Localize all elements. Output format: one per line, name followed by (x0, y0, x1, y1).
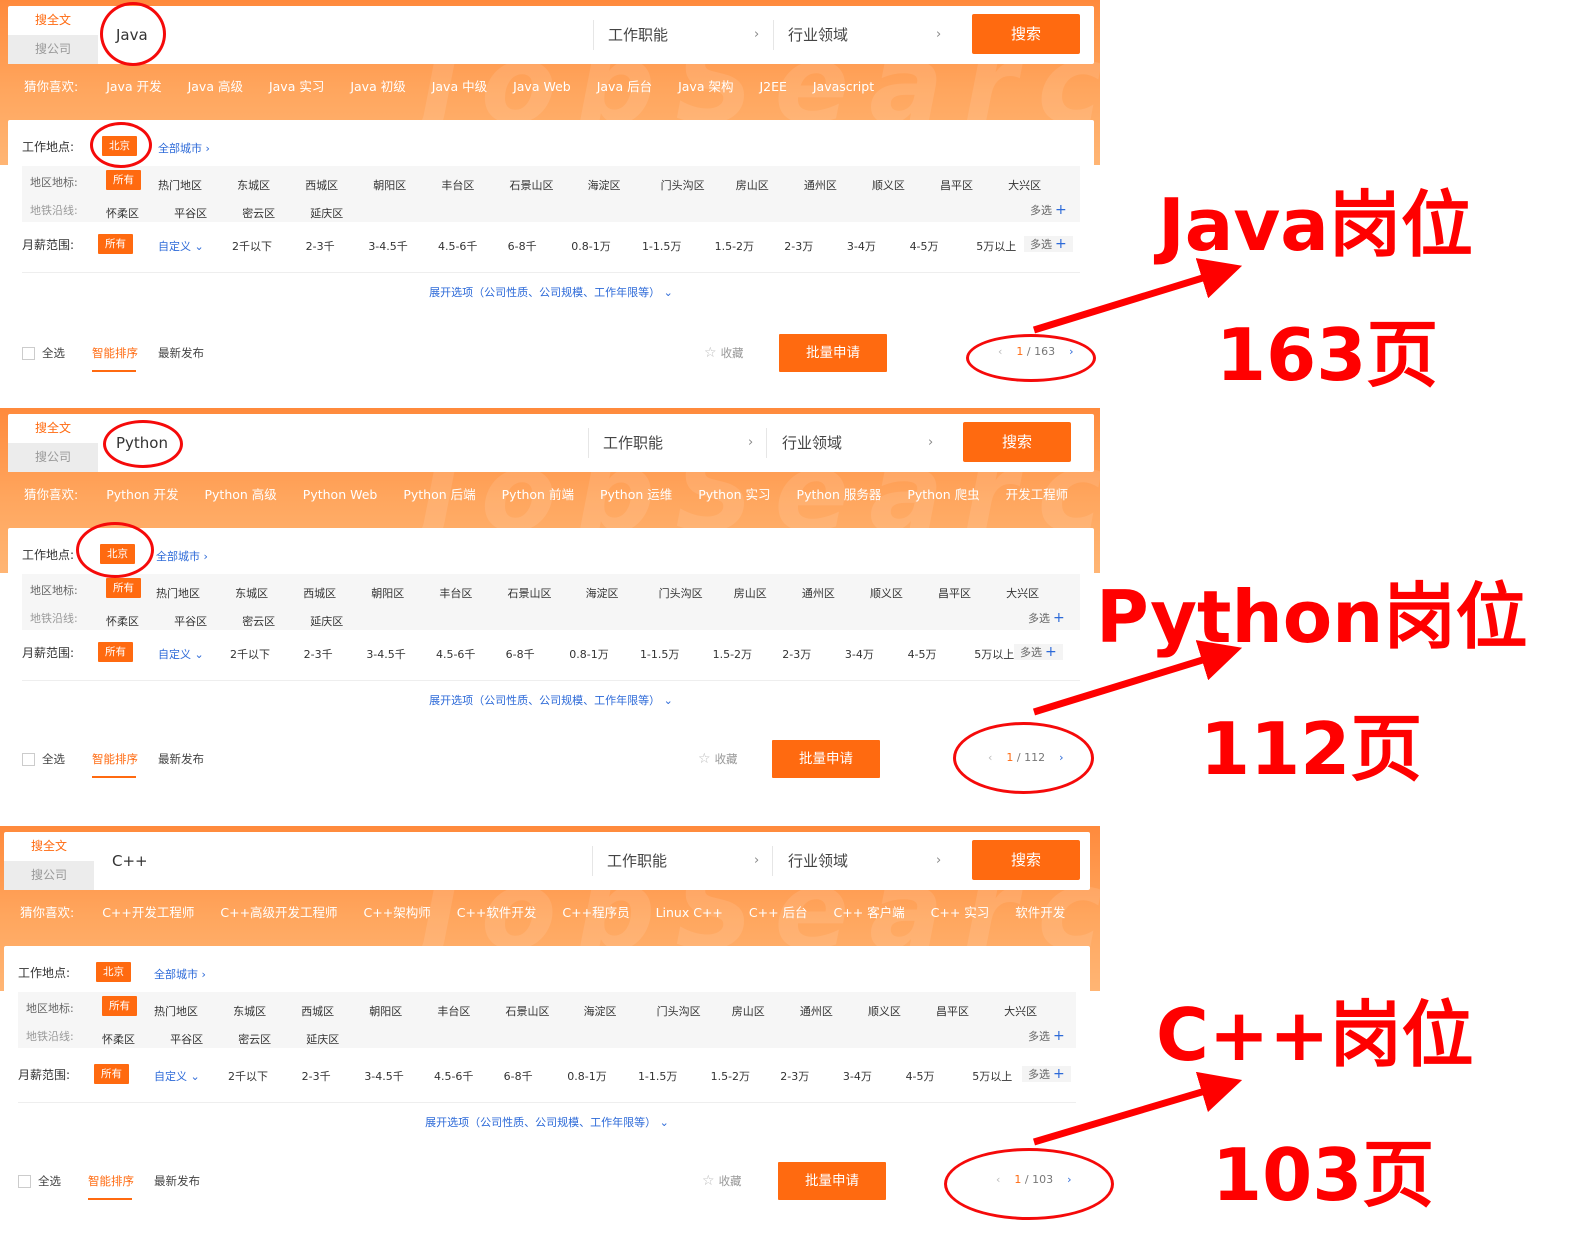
annotation-pages-java: 163页 (1216, 313, 1439, 397)
annotation-title-cpp: C++岗位 (1156, 993, 1474, 1077)
annotation-title-java: Java岗位 (1158, 183, 1473, 267)
annotation-title-python: Python岗位 (1096, 575, 1528, 659)
arrow-cpp (1033, 1071, 1243, 1146)
annotation-pages-cpp: 103页 (1212, 1133, 1435, 1217)
annotation-pages-python: 112页 (1200, 707, 1423, 791)
arrow-java (1032, 258, 1243, 334)
